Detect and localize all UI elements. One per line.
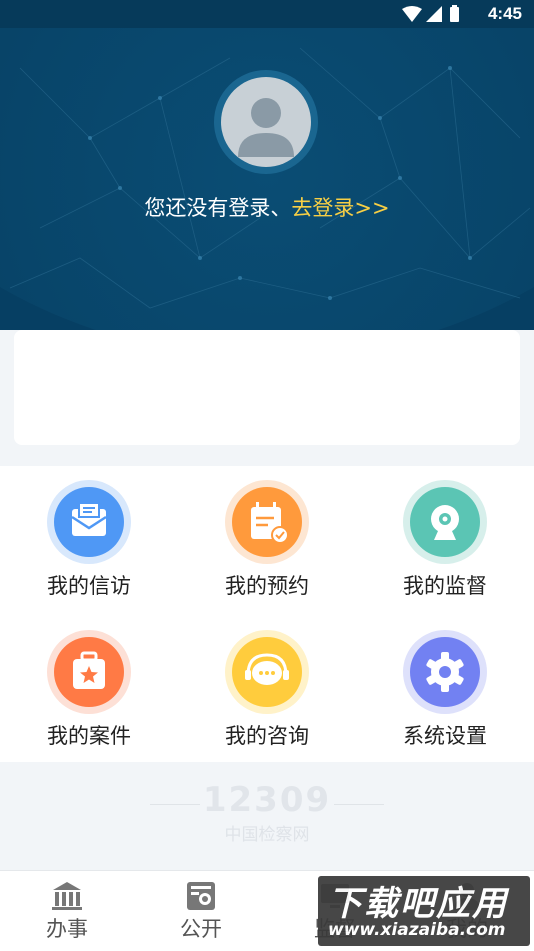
divider-line: [334, 804, 384, 805]
grid-item-case[interactable]: 我的案件: [0, 616, 178, 756]
icon-ring: [47, 630, 131, 714]
login-prompt-text: 您还没有登录、: [144, 196, 292, 220]
tab-services[interactable]: 办事: [0, 871, 134, 951]
overlay-title: 下载吧应用: [328, 884, 508, 924]
login-prompt: 您还没有登录、去登录>>: [0, 192, 534, 222]
calendar-check-icon: [232, 487, 302, 557]
grid-item-consultation[interactable]: 我的咨询: [178, 616, 356, 756]
battery-icon: [450, 7, 459, 22]
gear-icon: [410, 637, 480, 707]
brand-number: 12309: [202, 780, 332, 820]
mail-icon: [54, 487, 124, 557]
brand-name: 中国检察网: [224, 825, 310, 845]
overlay-url: www.xiazaiba.com: [328, 920, 506, 940]
status-icons: [402, 5, 459, 22]
grid-item-label: 我的咨询: [225, 724, 309, 748]
grid-item-label: 我的案件: [47, 724, 131, 748]
grid-item-appointment[interactable]: 我的预约: [178, 466, 356, 606]
login-link[interactable]: 去登录>>: [291, 196, 389, 220]
bank-icon: [52, 882, 82, 910]
wifi-icon: [402, 6, 422, 22]
profile-header: 您还没有登录、去登录>>: [0, 28, 534, 330]
overlay-watermark-banner: 下载吧应用 www.xiazaiba.com: [318, 876, 530, 946]
icon-ring: [225, 630, 309, 714]
grid-item-label: 我的信访: [47, 574, 131, 598]
tab-public[interactable]: 公开: [134, 871, 268, 951]
webcam-icon: [410, 487, 480, 557]
icon-ring: [225, 480, 309, 564]
icon-ring: [403, 630, 487, 714]
status-time: 4:45: [487, 4, 522, 23]
user-silhouette-icon: [238, 98, 294, 157]
grid-item-settings[interactable]: 系统设置: [356, 616, 534, 756]
status-bar: 4:45: [0, 0, 534, 28]
grid-item-label: 我的预约: [225, 574, 309, 598]
grid-item-petition[interactable]: 我的信访: [0, 466, 178, 606]
signal-icon: [426, 6, 442, 22]
icon-ring: [403, 480, 487, 564]
divider-line: [150, 804, 200, 805]
avatar[interactable]: [221, 77, 311, 167]
chat-headset-icon: [232, 637, 302, 707]
tab-label: 办事: [46, 917, 88, 941]
grid-item-label: 我的监督: [403, 574, 487, 598]
tab-label: 公开: [180, 917, 222, 941]
grid-item-label: 系统设置: [403, 724, 487, 748]
brand-watermark: 12309 中国检察网: [0, 780, 534, 845]
function-grid: 我的信访 我的预约 我的监督 我的案件 我的咨询 系统设置: [0, 466, 534, 762]
info-card: [14, 330, 520, 445]
briefcase-star-icon: [54, 637, 124, 707]
document-icon: [187, 882, 215, 910]
grid-item-supervision[interactable]: 我的监督: [356, 466, 534, 606]
icon-ring: [47, 480, 131, 564]
